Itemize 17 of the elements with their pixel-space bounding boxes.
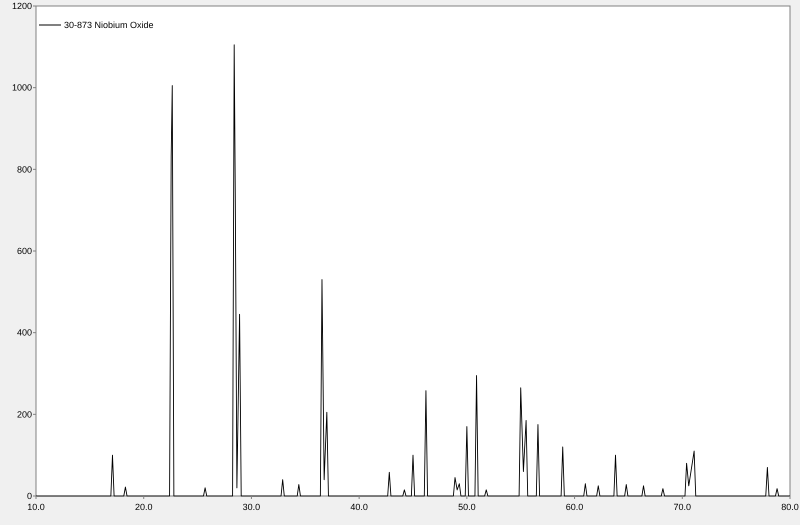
y-axis-tick-label: 0 <box>26 491 32 501</box>
y-axis-tick-label: 400 <box>16 328 32 338</box>
y-axis-tick-label: 800 <box>16 164 32 174</box>
y-axis-tick-label: 1200 <box>12 1 32 11</box>
x-axis-tick-label: 10.0 <box>27 502 45 512</box>
x-axis-tick-label: 50.0 <box>458 502 476 512</box>
x-axis-tick-label: 80.0 <box>781 502 799 512</box>
y-axis-tick-label: 600 <box>16 246 32 256</box>
x-axis-tick-label: 20.0 <box>134 502 152 512</box>
x-axis-tick-label: 30.0 <box>242 502 260 512</box>
legend-line-icon <box>38 24 62 26</box>
x-axis-tick-label: 60.0 <box>566 502 584 512</box>
y-axis-tick-label: 1000 <box>12 82 32 93</box>
x-axis-tick-label: 40.0 <box>350 502 368 512</box>
legend-label: 30-873 Niobium Oxide <box>64 20 154 30</box>
y-axis-tick-label: 200 <box>16 409 32 420</box>
x-axis-tick-label: 70.0 <box>674 502 692 512</box>
